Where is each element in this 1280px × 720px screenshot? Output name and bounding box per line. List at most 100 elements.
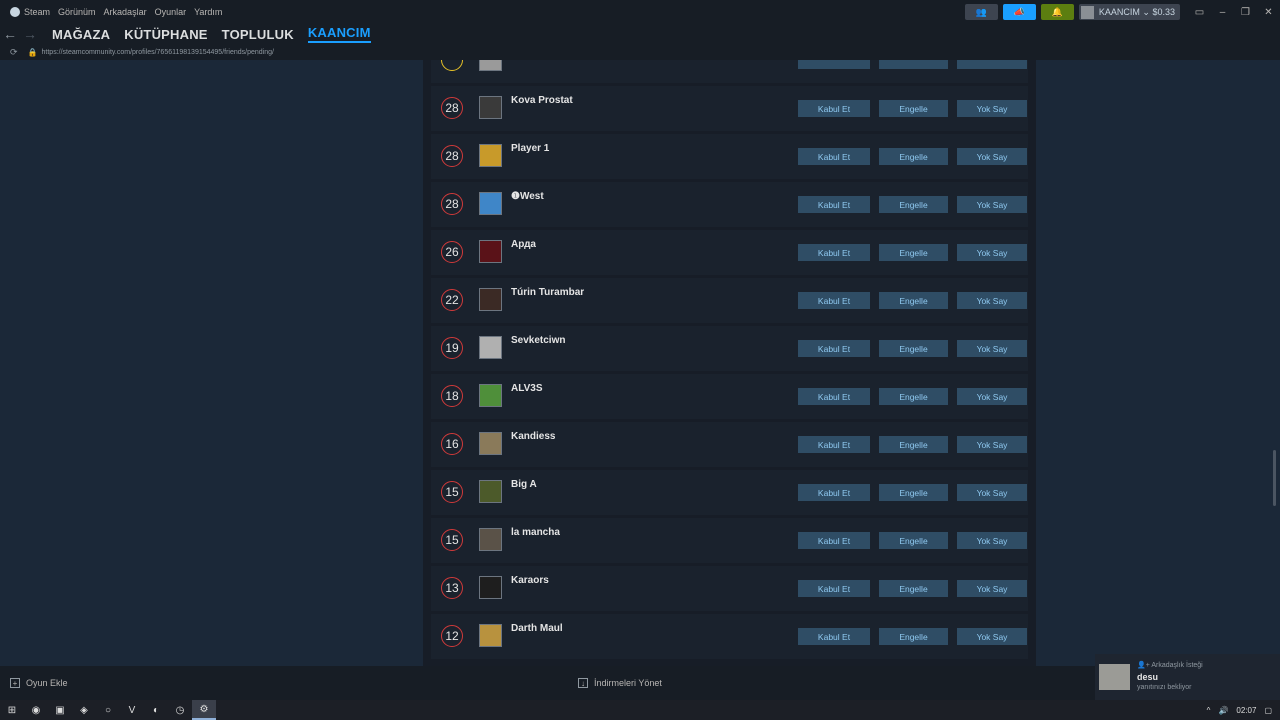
announcements-button[interactable]: 📣 — [1002, 4, 1036, 20]
store-icon[interactable]: ◈ — [72, 700, 96, 720]
menu-item-help[interactable]: Yardım — [194, 7, 222, 17]
menu-item-games[interactable]: Oyunlar — [155, 7, 187, 17]
menu-item-steam[interactable]: Steam — [24, 7, 50, 17]
accept-button[interactable]: Kabul Et — [798, 532, 870, 549]
ignore-button[interactable]: Yok Say — [957, 484, 1027, 501]
avatar[interactable] — [479, 144, 502, 167]
avatar[interactable] — [479, 576, 502, 599]
ignore-button[interactable]: Yok Say — [957, 148, 1027, 165]
accept-button[interactable] — [798, 60, 870, 69]
avatar[interactable] — [479, 624, 502, 647]
player-name[interactable]: Darth Maul — [511, 623, 563, 634]
windows-start-icon[interactable]: ⊞ — [0, 700, 24, 720]
steam-taskbar-icon[interactable]: ⚙ — [192, 700, 216, 720]
nav-community[interactable]: TOPLULUK — [222, 27, 294, 42]
block-button[interactable]: Engelle — [879, 244, 948, 261]
accept-button[interactable]: Kabul Et — [798, 148, 870, 165]
accept-button[interactable]: Kabul Et — [798, 100, 870, 117]
player-name[interactable]: Kova Prostat — [511, 95, 573, 106]
block-button[interactable]: Engelle — [879, 436, 948, 453]
nav-library[interactable]: KÜTÜPHANE — [124, 27, 207, 42]
block-button[interactable]: Engelle — [879, 388, 948, 405]
reload-icon[interactable]: ⟳ — [10, 47, 18, 58]
restore-icon[interactable]: ❐ — [1234, 7, 1257, 18]
manage-downloads-button[interactable]: ↓ İndirmeleri Yönet — [578, 678, 662, 688]
block-button[interactable]: Engelle — [879, 340, 948, 357]
minimize-icon[interactable]: – — [1211, 7, 1234, 18]
accept-button[interactable]: Kabul Et — [798, 196, 870, 213]
menu-item-friends[interactable]: Arkadaşlar — [104, 7, 147, 17]
back-arrow-icon[interactable]: ← — [0, 26, 20, 42]
avatar[interactable] — [479, 60, 502, 71]
block-button[interactable]: Engelle — [879, 628, 948, 645]
ignore-button[interactable] — [957, 60, 1027, 69]
avatar[interactable] — [479, 96, 502, 119]
avatar[interactable] — [479, 336, 502, 359]
file-explorer-icon[interactable]: ▣ — [48, 700, 72, 720]
ignore-button[interactable]: Yok Say — [957, 532, 1027, 549]
nav-profile[interactable]: KAANCIM — [307, 25, 371, 43]
player-name[interactable]: Kandiess — [511, 431, 555, 442]
accept-button[interactable]: Kabul Et — [798, 340, 870, 357]
opera-icon[interactable]: ○ — [96, 700, 120, 720]
edge-icon[interactable]: ◉ — [24, 700, 48, 720]
accept-button[interactable]: Kabul Et — [798, 244, 870, 261]
clock-app-icon[interactable]: ◷ — [168, 700, 192, 720]
avatar[interactable] — [479, 384, 502, 407]
ignore-button[interactable]: Yok Say — [957, 292, 1027, 309]
big-picture-button[interactable]: 👥 — [964, 4, 998, 20]
monitor-icon[interactable]: ▭ — [1188, 7, 1211, 18]
add-game-button[interactable]: + Oyun Ekle — [10, 678, 68, 688]
avatar[interactable] — [479, 528, 502, 551]
ignore-button[interactable]: Yok Say — [957, 100, 1027, 117]
scrollbar[interactable] — [1273, 450, 1276, 506]
ignore-button[interactable]: Yok Say — [957, 436, 1027, 453]
player-name[interactable]: Karaors — [511, 575, 549, 586]
forward-arrow-icon[interactable]: → — [20, 26, 40, 42]
accept-button[interactable]: Kabul Et — [798, 580, 870, 597]
ignore-button[interactable]: Yok Say — [957, 340, 1027, 357]
avatar[interactable] — [479, 480, 502, 503]
player-name[interactable]: Player 1 — [511, 143, 549, 154]
notification-center-icon[interactable]: ▢ — [1264, 706, 1272, 715]
nav-store[interactable]: MAĞAZA — [52, 27, 110, 42]
discord-icon[interactable]: ◐ — [144, 700, 168, 720]
block-button[interactable]: Engelle — [879, 100, 948, 117]
block-button[interactable]: Engelle — [879, 148, 948, 165]
accept-button[interactable]: Kabul Et — [798, 436, 870, 453]
menu-item-view[interactable]: Görünüm — [58, 7, 96, 17]
accept-button[interactable]: Kabul Et — [798, 628, 870, 645]
ignore-button[interactable]: Yok Say — [957, 388, 1027, 405]
block-button[interactable]: Engelle — [879, 196, 948, 213]
block-button[interactable] — [879, 60, 948, 69]
avatar[interactable] — [479, 192, 502, 215]
account-menu[interactable]: KAANCIM ⌄ $0.33 — [1078, 4, 1180, 20]
player-name[interactable]: Túrin Turambar — [511, 287, 584, 298]
ignore-button[interactable]: Yok Say — [957, 628, 1027, 645]
accept-button[interactable]: Kabul Et — [798, 484, 870, 501]
ignore-button[interactable]: Yok Say — [957, 196, 1027, 213]
ignore-button[interactable]: Yok Say — [957, 244, 1027, 261]
player-name[interactable]: la mancha — [511, 527, 560, 538]
chevron-up-icon[interactable]: ^ — [1207, 706, 1211, 715]
ignore-button[interactable]: Yok Say — [957, 580, 1027, 597]
block-button[interactable]: Engelle — [879, 292, 948, 309]
block-button[interactable]: Engelle — [879, 484, 948, 501]
volume-icon[interactable]: 🔊 — [1218, 706, 1228, 715]
avatar[interactable] — [479, 288, 502, 311]
avatar[interactable] — [479, 432, 502, 455]
clock[interactable]: 02:07 — [1236, 706, 1256, 715]
friend-request-notification[interactable]: 👤+ Arkadaşlık İsteği desu yanıtınızı bek… — [1095, 654, 1280, 700]
player-name[interactable]: ALV3S — [511, 383, 543, 394]
player-name[interactable]: Big A — [511, 479, 537, 490]
accept-button[interactable]: Kabul Et — [798, 388, 870, 405]
player-name[interactable]: Арда — [511, 239, 536, 250]
accept-button[interactable]: Kabul Et — [798, 292, 870, 309]
block-button[interactable]: Engelle — [879, 580, 948, 597]
page-url[interactable]: https://steamcommunity.com/profiles/7656… — [42, 49, 274, 56]
avatar[interactable] — [479, 240, 502, 263]
player-name[interactable]: ❶West — [511, 191, 544, 202]
close-icon[interactable]: ✕ — [1257, 7, 1280, 18]
player-name[interactable]: Sevketciwn — [511, 335, 565, 346]
valorant-icon[interactable]: V — [120, 700, 144, 720]
